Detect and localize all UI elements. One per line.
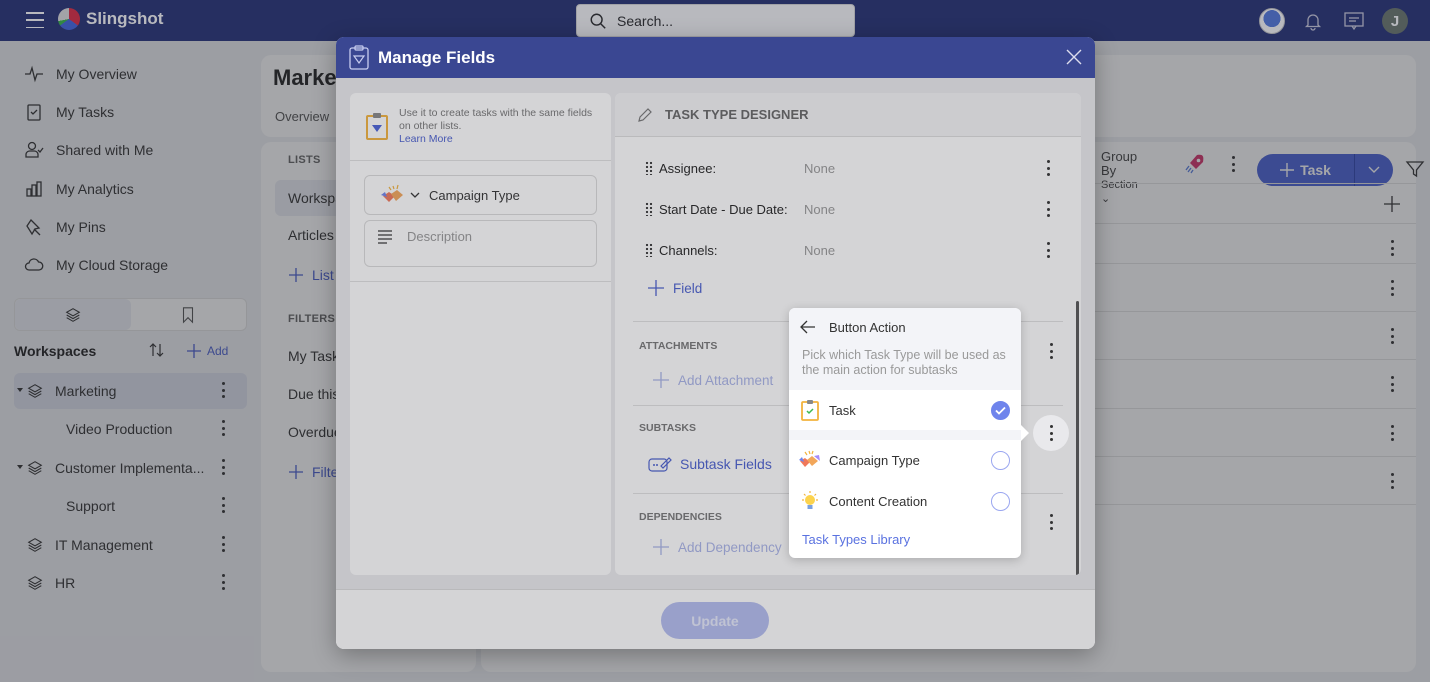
field-more-icon[interactable] [1046, 160, 1050, 176]
text-lines-icon [378, 230, 392, 244]
drag-handle-icon[interactable] [645, 243, 653, 257]
field-value: None [804, 160, 836, 176]
add-attachment-label: Add Attachment [678, 372, 774, 388]
plus-icon [653, 539, 669, 555]
popover-arrow [1021, 425, 1029, 441]
field-more-icon[interactable] [1046, 242, 1050, 258]
field-label: Start Date - Due Date: [659, 201, 788, 217]
handshake-icon [799, 450, 820, 467]
drag-handle-icon[interactable] [645, 161, 653, 175]
attachments-label: ATTACHMENTS [639, 340, 718, 352]
plus-icon [653, 372, 669, 388]
task-type-name-field[interactable]: Campaign Type [364, 175, 597, 215]
edit-fields-icon [648, 457, 672, 472]
subtask-fields-label: Subtask Fields [680, 456, 772, 472]
field-label: Channels: [659, 242, 718, 258]
radio-unselected[interactable] [991, 492, 1010, 511]
designer-header: TASK TYPE DESIGNER [615, 93, 1081, 137]
modal-title: Manage Fields [378, 47, 496, 67]
dependencies-label: DEPENDENCIES [639, 511, 722, 523]
handshake-icon[interactable] [381, 184, 409, 206]
add-attachment-button[interactable]: Add Attachment [652, 371, 773, 389]
plus-icon [648, 280, 664, 296]
task-type-name: Campaign Type [429, 187, 520, 203]
scrollbar[interactable] [1076, 301, 1079, 575]
learn-more-link[interactable]: Learn More [399, 133, 599, 146]
add-field-button[interactable]: Field [647, 279, 702, 297]
attachments-more-icon[interactable] [1049, 343, 1053, 359]
button-action-popover: Button Action Pick which Task Type will … [789, 308, 1029, 558]
dependencies-more-icon[interactable] [1049, 514, 1053, 530]
add-dependency-button[interactable]: Add Dependency [652, 538, 782, 556]
info-box: Use it to create tasks with the same fie… [350, 93, 611, 161]
lightbulb-icon [802, 491, 818, 509]
option-campaign-type[interactable]: Campaign Type [789, 440, 1021, 480]
popover-description: Pick which Task Type will be used as the… [802, 348, 1006, 377]
task-type-icon [349, 44, 369, 70]
description-placeholder: Description [407, 229, 473, 244]
info-description: Use it to create tasks with the same fie… [399, 107, 593, 132]
subtasks-label: SUBTASKS [639, 422, 696, 434]
radio-unselected[interactable] [991, 451, 1010, 470]
option-label: Task [829, 402, 856, 418]
field-label: Assignee: [659, 160, 717, 176]
update-button[interactable]: Update [661, 602, 769, 639]
drag-handle-icon[interactable] [645, 202, 653, 216]
clipboard-icon [366, 113, 388, 140]
check-icon [995, 406, 1006, 415]
field-row[interactable]: Channels: None [645, 238, 1065, 262]
clipboard-check-icon [801, 400, 819, 421]
back-arrow-icon[interactable] [800, 319, 816, 335]
modal-footer: Update [336, 589, 1095, 649]
modal-header: Manage Fields [336, 37, 1095, 78]
task-types-library-link[interactable]: Task Types Library [802, 532, 910, 547]
pencil-icon [638, 107, 652, 122]
radio-selected[interactable] [991, 401, 1010, 420]
topbar-dim-overlay [0, 0, 1430, 41]
designer-title: TASK TYPE DESIGNER [665, 107, 809, 122]
add-field-label: Field [673, 280, 703, 296]
field-more-icon[interactable] [1046, 201, 1050, 217]
option-content-creation[interactable]: Content Creation [789, 481, 1021, 521]
option-task[interactable]: Task [789, 390, 1021, 430]
field-value: None [804, 242, 836, 258]
popover-title: Button Action [829, 320, 906, 335]
option-label: Content Creation [829, 493, 928, 509]
subtasks-more-button[interactable] [1033, 415, 1069, 451]
field-value: None [804, 201, 836, 217]
option-label: Campaign Type [829, 452, 920, 468]
field-row[interactable]: Start Date - Due Date: None [645, 197, 1065, 221]
description-field[interactable]: Description [364, 220, 597, 267]
subtask-fields-button[interactable]: Subtask Fields [648, 455, 772, 473]
task-type-card: Use it to create tasks with the same fie… [350, 93, 611, 575]
info-text: Use it to create tasks with the same fie… [399, 107, 599, 146]
subtasks-more-icon[interactable] [1049, 425, 1053, 441]
popover-separator [789, 430, 1021, 440]
field-row[interactable]: Assignee: None [645, 156, 1065, 180]
popover-header: Button Action Pick which Task Type will … [789, 308, 1021, 390]
add-dependency-label: Add Dependency [678, 539, 782, 555]
chevron-down-icon[interactable] [410, 191, 420, 199]
divider [350, 281, 611, 282]
close-icon[interactable] [1065, 48, 1083, 66]
